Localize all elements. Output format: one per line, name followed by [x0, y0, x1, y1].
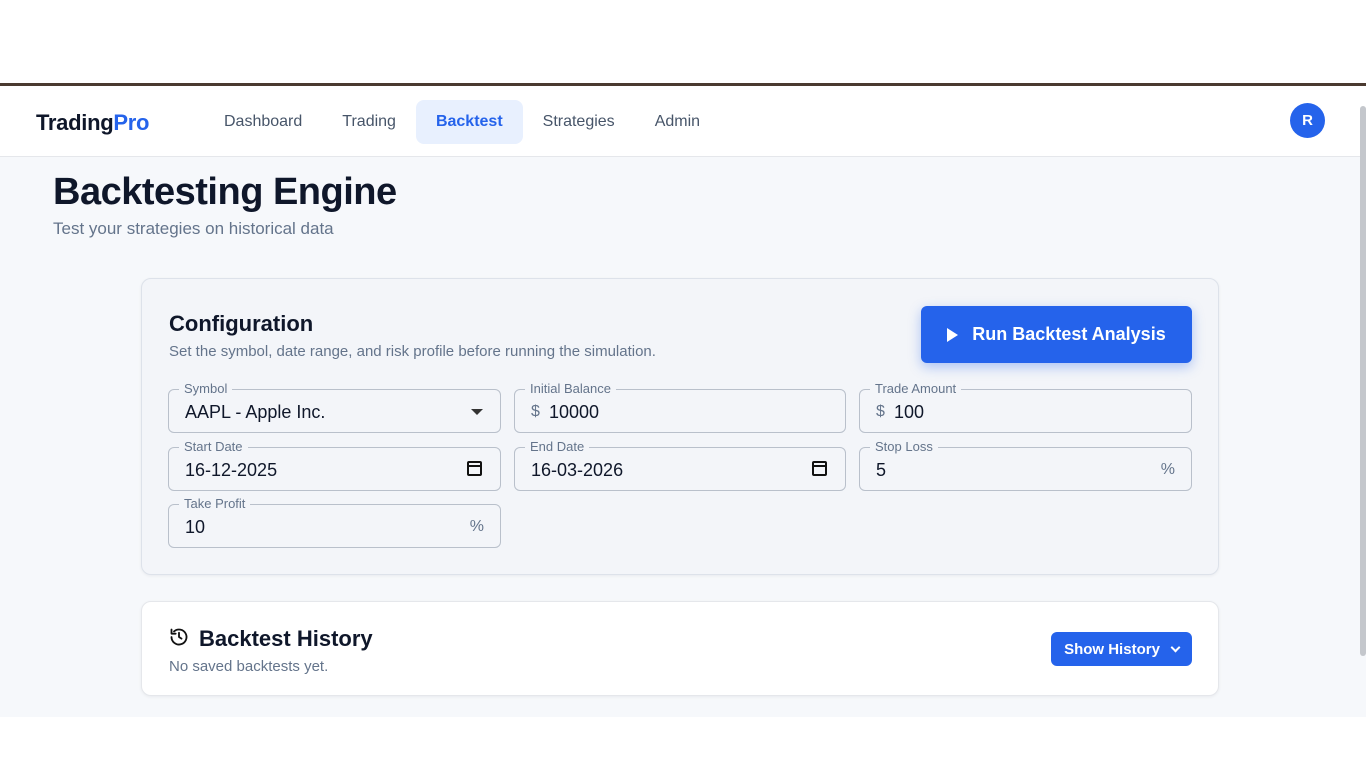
nav-backtest[interactable]: Backtest [415, 100, 523, 144]
run-backtest-button[interactable]: Run Backtest Analysis [921, 306, 1192, 363]
app-frame: TradingPro Dashboard Trading Backtest St… [0, 83, 1366, 717]
show-history-label: Show History [1064, 640, 1160, 658]
stop-loss-label: Stop Loss [870, 439, 938, 455]
start-date-field[interactable]: Start Date 16-12-2025 [168, 439, 501, 491]
show-history-button[interactable]: Show History [1051, 632, 1192, 666]
top-blank-area [0, 0, 1366, 83]
page-title: Backtesting Engine [53, 171, 397, 213]
nav-dashboard[interactable]: Dashboard [204, 100, 322, 144]
scrollbar-thumb[interactable] [1360, 106, 1366, 656]
stop-loss-suffix: % [1160, 461, 1175, 478]
initial-balance-field[interactable]: Initial Balance $ 10000 [514, 381, 846, 433]
backtest-history-card: Backtest History No saved backtests yet.… [141, 601, 1219, 696]
run-backtest-label: Run Backtest Analysis [972, 324, 1166, 344]
initial-balance-value: 10000 [549, 402, 600, 422]
navbar: TradingPro Dashboard Trading Backtest St… [0, 86, 1366, 157]
start-date-value: 16-12-2025 [185, 460, 278, 480]
initial-balance-label: Initial Balance [525, 381, 616, 397]
history-title-row: Backtest History [169, 626, 373, 652]
calendar-icon[interactable] [467, 461, 482, 476]
end-date-label: End Date [525, 439, 590, 455]
stop-loss-field[interactable]: Stop Loss 5 % [859, 439, 1192, 491]
take-profit-field[interactable]: Take Profit 10 % [168, 496, 501, 548]
chevron-down-icon [1170, 642, 1181, 652]
play-icon [947, 327, 959, 342]
symbol-select[interactable]: Symbol AAPL - Apple Inc. [168, 381, 501, 433]
configuration-card: Configuration Set the symbol, date range… [141, 278, 1219, 575]
user-avatar[interactable]: R [1290, 103, 1325, 138]
nav-strategies[interactable]: Strategies [523, 100, 635, 144]
main-nav: Dashboard Trading Backtest Strategies Ad… [204, 100, 720, 144]
brand-logo[interactable]: TradingPro [36, 110, 149, 136]
symbol-value: AAPL - Apple Inc. [185, 402, 326, 422]
page-subtitle: Test your strategies on historical data [53, 219, 334, 238]
brand-name: Trading [36, 110, 114, 135]
stop-loss-value: 5 [876, 460, 887, 480]
calendar-icon[interactable] [812, 461, 827, 476]
trade-amount-label: Trade Amount [870, 381, 962, 397]
end-date-field[interactable]: End Date 16-03-2026 [514, 439, 846, 491]
history-icon [169, 627, 189, 651]
history-empty-text: No saved backtests yet. [169, 658, 329, 675]
initial-balance-prefix: $ [531, 403, 540, 420]
symbol-label: Symbol [179, 381, 233, 397]
start-date-label: Start Date [179, 439, 248, 455]
trade-amount-field[interactable]: Trade Amount $ 100 [859, 381, 1192, 433]
nav-admin[interactable]: Admin [635, 100, 720, 144]
configuration-description: Set the symbol, date range, and risk pro… [169, 343, 656, 360]
take-profit-label: Take Profit [179, 496, 251, 512]
chevron-down-icon [471, 409, 483, 415]
trade-amount-value: 100 [894, 402, 925, 422]
take-profit-value: 10 [185, 517, 206, 537]
trade-amount-prefix: $ [876, 403, 885, 420]
configuration-title: Configuration [169, 311, 314, 336]
take-profit-suffix: % [469, 518, 484, 535]
history-title: Backtest History [199, 626, 373, 651]
nav-trading[interactable]: Trading [322, 100, 416, 144]
end-date-value: 16-03-2026 [531, 460, 624, 480]
brand-accent: Pro [113, 110, 150, 135]
